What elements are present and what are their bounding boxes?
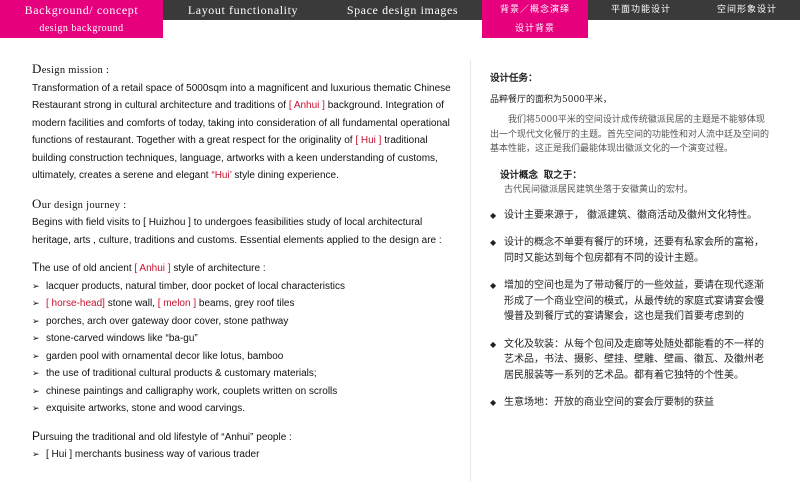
cn-item-text: 增加的空间也是为了带动餐厅的一些效益，要请在现代逐渐形成了一个商业空间的模式，从…	[504, 280, 764, 322]
cn-concept-line: 古代民间徽派居民建筑坐落于安徽黄山的宏村。	[504, 185, 694, 195]
text-segment: beams, grey roof tiles	[196, 298, 295, 309]
list-item: the use of traditional cultural products…	[32, 365, 452, 383]
text-segment: stone wall,	[104, 298, 158, 309]
heading-rest: esign mission :	[41, 65, 110, 76]
list-item: lacquer products, natural timber, door p…	[32, 278, 452, 296]
tab-cn-layout-functionality[interactable]: 平面功能设计	[588, 0, 694, 20]
diamond-bullet-icon: ◆	[490, 238, 497, 247]
highlight-melon: [ melon ]	[157, 298, 197, 309]
list-item: porches, arch over gateway door cover, s…	[32, 313, 452, 331]
subtab-cn-design-background[interactable]: 设计背景	[482, 20, 588, 38]
cn-task-heading: 设计任务：	[490, 73, 538, 84]
cn-task-line: 品粹餐厅的面积为5000平米，	[490, 94, 612, 105]
cn-item-text: 生意场地：开放的商业空间的宴会厅要制的获益	[504, 397, 714, 408]
highlight-anhui: [ Anhui ]	[134, 263, 171, 274]
tab-layout-functionality[interactable]: Layout functionality	[163, 0, 323, 20]
text-segment: ursuing the traditional and old lifestyl…	[40, 431, 292, 443]
cn-concept-heading: 设计概念 取之于：	[500, 169, 582, 181]
text-segment: style dining experience.	[231, 170, 339, 181]
tab-background-concept[interactable]: Background/ concept	[0, 0, 163, 20]
architecture-elements-list: lacquer products, natural timber, door p…	[32, 278, 452, 418]
cn-list-item: ◆ 生意场地：开放的商业空间的宴会厅要制的获益	[490, 395, 770, 411]
design-mission-paragraph: Transformation of a retail space of 5000…	[32, 80, 452, 185]
top-nav-bar: Background/ concept Layout functionality…	[0, 0, 800, 20]
cn-item-text: 设计的概念不单要有餐厅的环境，还要有私家会所的富裕，同时又能达到每个包房都有不同…	[504, 237, 764, 264]
english-content: Design mission : Transformation of a ret…	[32, 60, 452, 464]
tab-cn-space-design[interactable]: 空间形象设计	[694, 0, 800, 20]
cn-task-paragraph: 我们将5000平米的空间设计成传统徽派民居的主题是不能够体现出一个现代文化餐厅的…	[490, 115, 770, 154]
diamond-bullet-icon: ◆	[490, 339, 497, 349]
cn-item-text: 设计主要来源于， 徽派建筑、徽商活动及徽州文化特性。	[504, 209, 758, 221]
tab-cn-background-concept[interactable]: 背景／概念演绎	[482, 0, 588, 20]
diamond-bullet-icon: ◆	[490, 210, 497, 220]
cn-list-item: ◆ 设计的概念不单要有餐厅的环境，还要有私家会所的富裕，同时又能达到每个包房都有不…	[490, 235, 770, 266]
heading-rest: ur design journey :	[41, 199, 127, 211]
design-journey-heading: Our design journey :	[32, 195, 452, 215]
text-segment: he use of old ancient	[39, 263, 135, 274]
list-item: [ horse-head] stone wall, [ melon ] beam…	[32, 295, 452, 313]
text-segment: style of architecture :	[170, 263, 266, 274]
design-journey-paragraph: Begins with field visits to [ Huizhou ] …	[32, 217, 442, 246]
cn-list-item: ◆ 文化及软装：从每个包间及走廊等处随处都能看的不一样的艺术品，书法、摄影、壁挂、…	[490, 337, 770, 384]
column-divider	[470, 60, 471, 482]
design-mission-heading: Design mission :	[32, 60, 452, 80]
highlight-hui-style: “Hui’	[211, 170, 232, 181]
list-item: garden pool with ornamental decor like l…	[32, 348, 452, 366]
heading-initial: O	[32, 195, 42, 211]
highlight-hui: [ Hui ]	[355, 135, 382, 146]
list-item: exquisite artworks, stone and wood carvi…	[32, 400, 452, 418]
lifestyle-intro: Pursuing the traditional and old lifesty…	[32, 428, 452, 447]
list-item: [ Hui ] merchants business way of variou…	[32, 446, 452, 464]
cn-list-item: ◆ 设计主要来源于， 徽派建筑、徽商活动及徽州文化特性。	[490, 208, 770, 224]
lifestyle-list: [ Hui ] merchants business way of variou…	[32, 446, 452, 464]
chinese-content: 设计任务： 品粹餐厅的面积为5000平米， 我们将5000平米的空间设计成传统徽…	[490, 72, 770, 411]
heading-initial: P	[32, 428, 41, 443]
highlight-anhui: [ Anhui ]	[288, 100, 325, 111]
tab-space-design-images[interactable]: Space design images	[323, 0, 482, 20]
architecture-intro: The use of old ancient [ Anhui ] style o…	[32, 259, 452, 278]
heading-initial: D	[32, 61, 42, 76]
cn-list-item: ◆ 增加的空间也是为了带动餐厅的一些效益，要请在现代逐渐形成了一个商业空间的模式，…	[490, 278, 770, 325]
subtab-design-background[interactable]: design background	[0, 20, 163, 38]
list-item: chinese paintings and calligraphy work, …	[32, 383, 452, 401]
list-item: stone-carved windows like “ba-gu”	[32, 330, 452, 348]
highlight-horse-head: [ horse-head]	[46, 298, 105, 309]
cn-item-text: 文化及软装：从每个包间及走廊等处随处都能看的不一样的艺术品，书法、摄影、壁挂、壁…	[504, 338, 764, 381]
diamond-bullet-icon: ◆	[490, 398, 497, 407]
diamond-bullet-icon: ◆	[490, 281, 497, 290]
